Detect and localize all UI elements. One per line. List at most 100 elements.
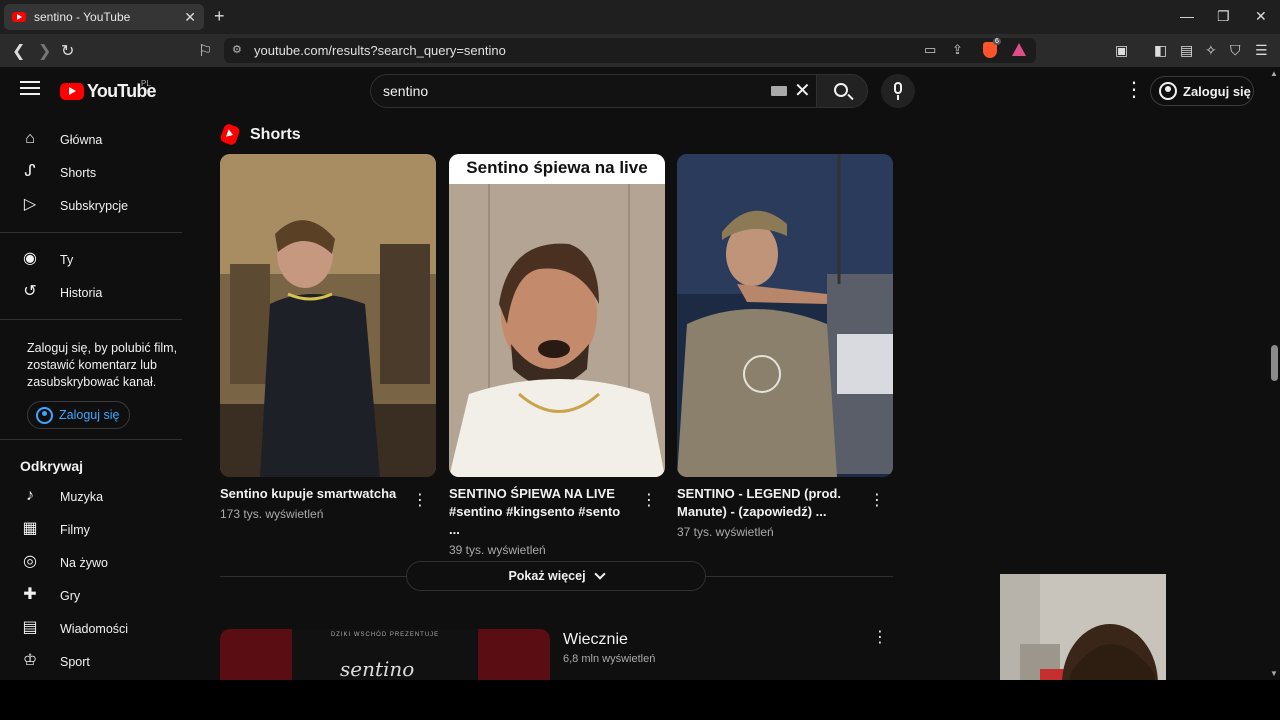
more-actions-icon[interactable]: ⋮ <box>641 490 657 510</box>
short-thumbnail[interactable] <box>677 154 893 477</box>
show-more-button[interactable]: Pokaż więcej <box>406 561 706 591</box>
short-thumbnail[interactable] <box>220 154 436 477</box>
video-title[interactable]: Wiecznie <box>563 631 628 649</box>
youtube-favicon-icon <box>12 12 26 22</box>
sidebar-item-label: Muzyka <box>60 489 104 504</box>
tab-title: sentino - YouTube <box>34 10 131 24</box>
search-button[interactable] <box>816 74 868 108</box>
microphone-icon <box>894 82 902 94</box>
short-title[interactable]: SENTINO ŚPIEWA NA LIVE #sentino #kingsen… <box>449 485 634 539</box>
sidebar-item-history[interactable]: ↺ Historia <box>0 276 200 309</box>
short-card[interactable]: Sentino kupuje smartwatcha 173 tys. wyśw… <box>220 154 436 521</box>
sidebar-item-sport[interactable]: ♔ Sport <box>0 645 200 678</box>
reader-mode-icon[interactable]: ▣ <box>1115 42 1128 59</box>
browser-tab[interactable]: sentino - YouTube ✕ <box>4 4 204 30</box>
more-actions-icon[interactable]: ⋮ <box>872 627 888 647</box>
short-card[interactable]: Sentino śpiewa na live SENTINO ŚPIEWA NA… <box>449 154 665 557</box>
shorts-logo-icon <box>219 122 241 147</box>
more-actions-icon[interactable]: ⋮ <box>869 490 885 510</box>
gaming-icon: ✚ <box>23 586 37 603</box>
short-title[interactable]: Sentino kupuje smartwatcha <box>220 485 405 503</box>
short-thumbnail[interactable]: Sentino śpiewa na live <box>449 154 665 477</box>
trophy-icon: ♔ <box>22 652 38 669</box>
reload-icon[interactable]: ↻ <box>61 41 74 61</box>
sidebar-item-label: Gry <box>60 588 81 603</box>
shorts-heading-text: Shorts <box>250 125 301 143</box>
scroll-down-icon[interactable]: ▼ <box>1270 669 1278 678</box>
sidebar-item-subscriptions[interactable]: ▷ Subskrypcje <box>0 189 200 222</box>
history-icon: ↺ <box>23 283 37 300</box>
search-box[interactable]: ✕ <box>370 74 816 108</box>
sidebar-item-label: Shorts <box>60 165 97 180</box>
clear-search-icon[interactable]: ✕ <box>794 78 811 103</box>
minimize-icon[interactable]: — <box>1180 8 1194 24</box>
sidebar-item-label: Ty <box>60 252 74 267</box>
sidebar-item-label: Główna <box>60 132 103 147</box>
sidebar-signin-button[interactable]: Zaloguj się <box>27 401 130 429</box>
sidebar-item-live[interactable]: ◎ Na żywo <box>0 546 200 579</box>
tab-close-icon[interactable]: ✕ <box>184 9 196 26</box>
vpn-icon[interactable]: ⛉ <box>1230 42 1241 59</box>
window-close-icon[interactable]: ✕ <box>1255 8 1267 25</box>
browser-toolbar: ❮ ❯ ↻ ⚐ ⚙ youtube.com/results?search_que… <box>0 34 1280 67</box>
sidebar-toggle-icon[interactable]: ◧ <box>1154 42 1167 59</box>
signin-label: Zaloguj się <box>1183 83 1251 99</box>
sidebar-divider <box>0 232 182 233</box>
sidebar-item-gaming[interactable]: ✚ Gry <box>0 579 200 612</box>
short-title[interactable]: SENTINO - LEGEND (prod. Manute) - (zapow… <box>677 485 862 521</box>
cast-icon[interactable]: ▭ <box>924 42 936 58</box>
country-code: PL <box>141 79 151 88</box>
back-icon[interactable]: ❮ <box>12 41 25 61</box>
sidebar-item-music[interactable]: ♪ Muzyka <box>0 480 200 513</box>
bookmark-icon[interactable]: ⚐ <box>198 41 212 61</box>
settings-menu-icon[interactable]: ⋮ <box>1124 80 1144 100</box>
shorts-icon: ᔑ <box>24 163 36 180</box>
chevron-down-icon <box>593 568 606 580</box>
signin-message: Zaloguj się, by polubić film, zostawić k… <box>27 341 178 389</box>
wallet-icon[interactable]: ▤ <box>1180 42 1193 59</box>
album-cover: DZIKI WSCHÓD PREZENTUJE sentino <box>292 629 478 680</box>
browser-menu-icon[interactable]: ☰ <box>1255 42 1268 59</box>
sidebar-item-you[interactable]: ◉ Ty <box>0 243 200 276</box>
scrollbar-thumb[interactable] <box>1271 345 1278 381</box>
sidebar-item-label: Wiadomości <box>60 621 129 636</box>
restore-icon[interactable]: ❐ <box>1217 8 1230 25</box>
guide-menu-icon[interactable] <box>20 81 40 97</box>
sidebar-item-label: Na żywo <box>60 555 108 570</box>
more-actions-icon[interactable]: ⋮ <box>412 490 428 510</box>
shorts-heading: Shorts <box>219 122 301 147</box>
poster-name: sentino <box>340 657 415 680</box>
subscriptions-icon: ▷ <box>23 196 37 213</box>
forward-icon[interactable]: ❯ <box>38 41 51 61</box>
new-tab-icon[interactable]: + <box>214 6 225 27</box>
site-info-icon[interactable]: ⚙ <box>232 43 242 56</box>
share-icon[interactable]: ⇪ <box>952 42 963 58</box>
search-icon <box>834 83 848 97</box>
sidebar-item-movies[interactable]: ▦ Filmy <box>0 513 200 546</box>
page-scrollbar[interactable]: ▲ ▼ <box>1268 67 1280 680</box>
account-icon <box>36 406 53 424</box>
video-thumbnail[interactable]: DZIKI WSCHÓD PREZENTUJE sentino <box>220 629 550 680</box>
short-card[interactable]: SENTINO - LEGEND (prod. Manute) - (zapow… <box>677 154 893 539</box>
sidebar-item-news[interactable]: ▤ Wiadomości <box>0 612 200 645</box>
music-icon: ♪ <box>26 487 34 504</box>
search-input[interactable] <box>383 83 753 99</box>
short-views: 37 tys. wyświetleń <box>677 525 774 539</box>
address-bar[interactable]: ⚙ youtube.com/results?search_query=senti… <box>224 38 1036 63</box>
brave-rewards-icon[interactable] <box>1012 43 1026 56</box>
sidebar-item-label: Subskrypcje <box>60 198 129 213</box>
sidebar-item-shorts[interactable]: ᔑ Shorts <box>0 156 200 189</box>
short-views: 173 tys. wyświetleń <box>220 507 324 521</box>
sidebar-item-label: Historia <box>60 285 103 300</box>
leo-ai-icon[interactable]: ✧ <box>1205 42 1217 59</box>
keyboard-icon[interactable] <box>771 86 787 96</box>
bottom-bar <box>0 680 1280 720</box>
show-more-label: Pokaż więcej <box>508 569 586 583</box>
voice-search-button[interactable] <box>881 74 915 108</box>
sidebar-item-home[interactable]: ⌂ Główna <box>0 123 200 156</box>
news-icon: ▤ <box>22 619 38 636</box>
signin-button[interactable]: Zaloguj się <box>1150 76 1254 106</box>
account-icon: ◉ <box>23 250 37 267</box>
url-text[interactable]: youtube.com/results?search_query=sentino <box>254 43 506 58</box>
scroll-up-icon[interactable]: ▲ <box>1270 69 1278 78</box>
